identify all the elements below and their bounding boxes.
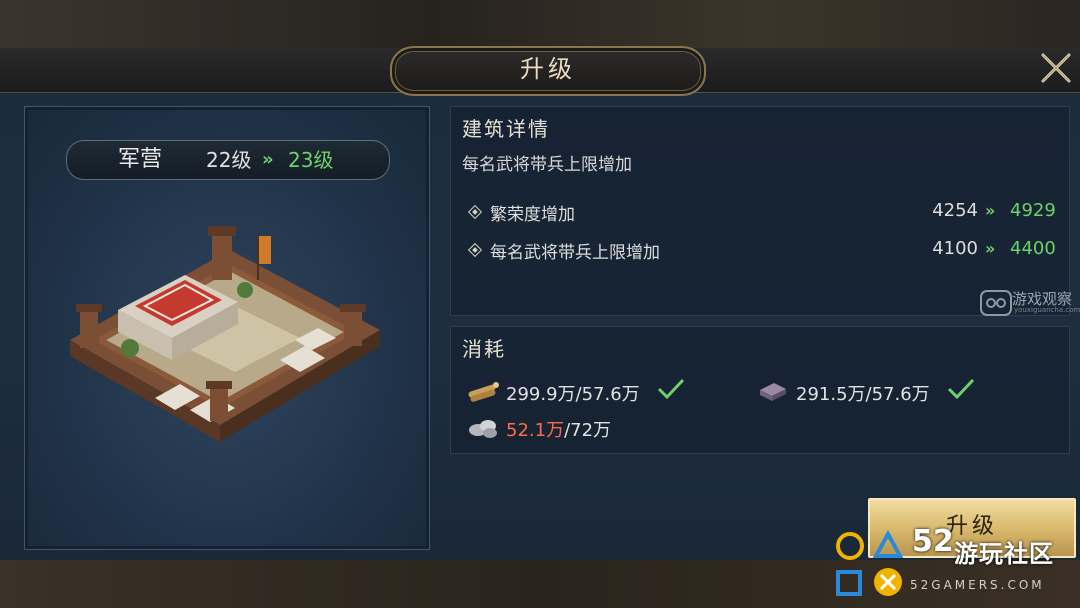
stone-have: 52.1万: [506, 420, 565, 441]
check-icon: [947, 378, 975, 400]
level-arrow-icon: »: [262, 149, 274, 170]
logo-name: 游玩社区: [954, 540, 1054, 568]
panel-title: 升级: [520, 55, 576, 83]
building-name: 军营: [118, 147, 163, 172]
iron-icon: [760, 383, 786, 401]
details-subtitle: 每名武将带兵上限增加: [462, 155, 632, 175]
iron-cost: 291.5万/57.6万: [796, 384, 930, 405]
watermark-logo-icon: [980, 290, 1012, 316]
increase-arrow-icon: »: [985, 239, 996, 258]
next-level: 23级: [288, 148, 334, 172]
increase-arrow-icon: »: [985, 201, 996, 220]
stone-icon: [469, 420, 497, 438]
current-level: 22级: [206, 148, 252, 172]
logo-number: 52: [912, 524, 954, 559]
cost-heading: 消耗: [462, 337, 506, 361]
background-top: [0, 0, 1080, 50]
wood-icon: [468, 382, 499, 402]
detail-row-to: 4929: [1010, 200, 1056, 221]
close-icon: [1041, 53, 1071, 83]
detail-row-label: 每名武将带兵上限增加: [490, 243, 660, 263]
watermark-sub: youxiguancha.com: [1014, 306, 1080, 314]
wood-cost: 299.9万/57.6万: [506, 384, 640, 405]
close-button[interactable]: [1036, 50, 1076, 86]
stone-need: /72万: [564, 420, 612, 441]
detail-row-from: 4254: [932, 200, 978, 221]
stone-cost: 52.1万/72万: [506, 416, 611, 442]
detail-row-from: 4100: [932, 238, 978, 259]
barracks-image: [70, 226, 380, 442]
details-heading: 建筑详情: [462, 117, 550, 141]
check-icon: [657, 378, 685, 400]
detail-row-label: 繁荣度增加: [490, 205, 575, 225]
logo-domain: 52GAMERS.COM: [910, 578, 1045, 592]
detail-row-to: 4400: [1010, 238, 1056, 259]
